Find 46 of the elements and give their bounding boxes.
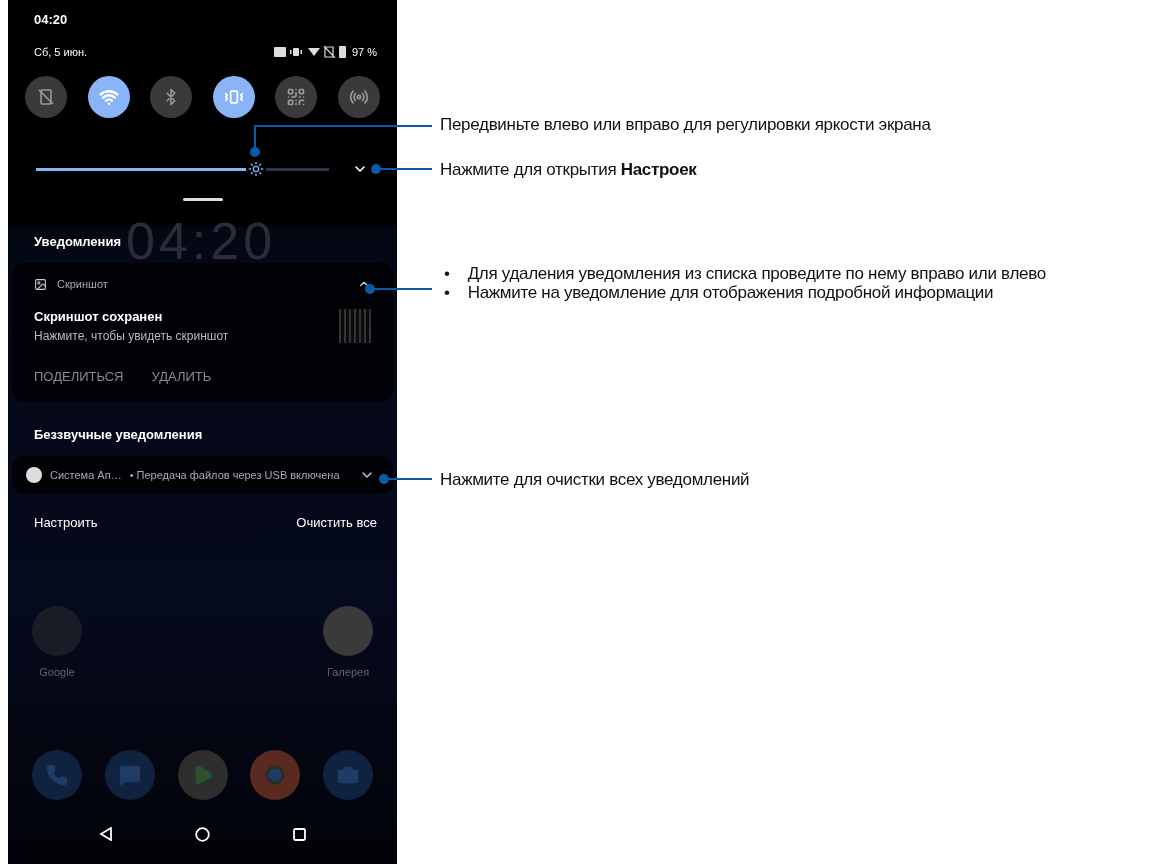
callout-text: Передвиньте влево или вправо для регулировки яркости экрана (440, 115, 931, 135)
footer-button[interactable]: Настроить (34, 514, 98, 530)
quick-setting-tile[interactable] (150, 76, 193, 118)
status-time: 04:20 (34, 12, 68, 27)
callout-text: Нажмите для открытия Настроек (440, 160, 697, 180)
screenshot-thumbnail (339, 309, 371, 343)
quick-setting-tile[interactable] (212, 76, 255, 118)
leader-line (371, 164, 433, 174)
sim-off-icon (37, 88, 55, 106)
vibrate-icon (223, 87, 244, 107)
notification-text: Нажмите, чтобы увидеть скриншот (34, 329, 229, 343)
app-label: Галерея (326, 666, 370, 678)
app-name: Скриншот (57, 278, 108, 290)
leader-line (365, 284, 433, 294)
callout-text: Нажмите для очистки всех уведомлений (440, 470, 750, 490)
wifi-icon (98, 87, 119, 107)
notification-card[interactable]: Скриншот Скриншот сохранен Нажмите, чтобы увидеть скриншот ПОДЕЛИТЬСЯ УДАЛИТЬ (12, 263, 393, 402)
callout-text: Для удаления уведомления из списка проведите по нему вправо или влево (467, 264, 1046, 283)
app-icon (26, 467, 42, 483)
recents-icon[interactable] (292, 827, 306, 841)
quick-setting-tile[interactable] (25, 76, 67, 118)
notification-action[interactable]: ПОДЕЛИТЬСЯ (34, 369, 124, 384)
silent-notification[interactable]: Система Ап… • Передача файлов через USB включена (12, 456, 393, 494)
quick-setting-tile[interactable] (337, 76, 380, 118)
notification-title: Скриншот сохранен (34, 309, 164, 324)
hotspot-icon (348, 87, 369, 107)
app-label: Google (39, 666, 75, 678)
battery-percent: 97 % (351, 46, 377, 58)
image-icon (34, 277, 47, 291)
qr-code-icon (286, 87, 307, 107)
quick-setting-tile[interactable] (275, 76, 318, 118)
leader-line (379, 474, 433, 484)
bullet-mark: • (444, 283, 450, 302)
date-text: Сб, 5 июн. (34, 46, 88, 58)
notification-action[interactable]: УДАЛИТЬ (151, 369, 212, 384)
quick-setting-tile[interactable] (87, 76, 130, 118)
app-name: Система Ап… (50, 469, 122, 481)
drag-handle[interactable] (182, 197, 223, 201)
footer-button[interactable]: Очистить все (296, 514, 377, 530)
back-icon[interactable] (99, 827, 114, 841)
home-icon[interactable] (195, 826, 211, 842)
bullet-mark: • (444, 264, 450, 283)
section-title: Беззвучные уведомления (34, 426, 203, 442)
notification-text: • Передача файлов через USB включена (129, 469, 340, 481)
section-title: Уведомления (34, 233, 122, 249)
callout-text: Нажмите на уведомление для отображения подробной информации (467, 283, 994, 302)
